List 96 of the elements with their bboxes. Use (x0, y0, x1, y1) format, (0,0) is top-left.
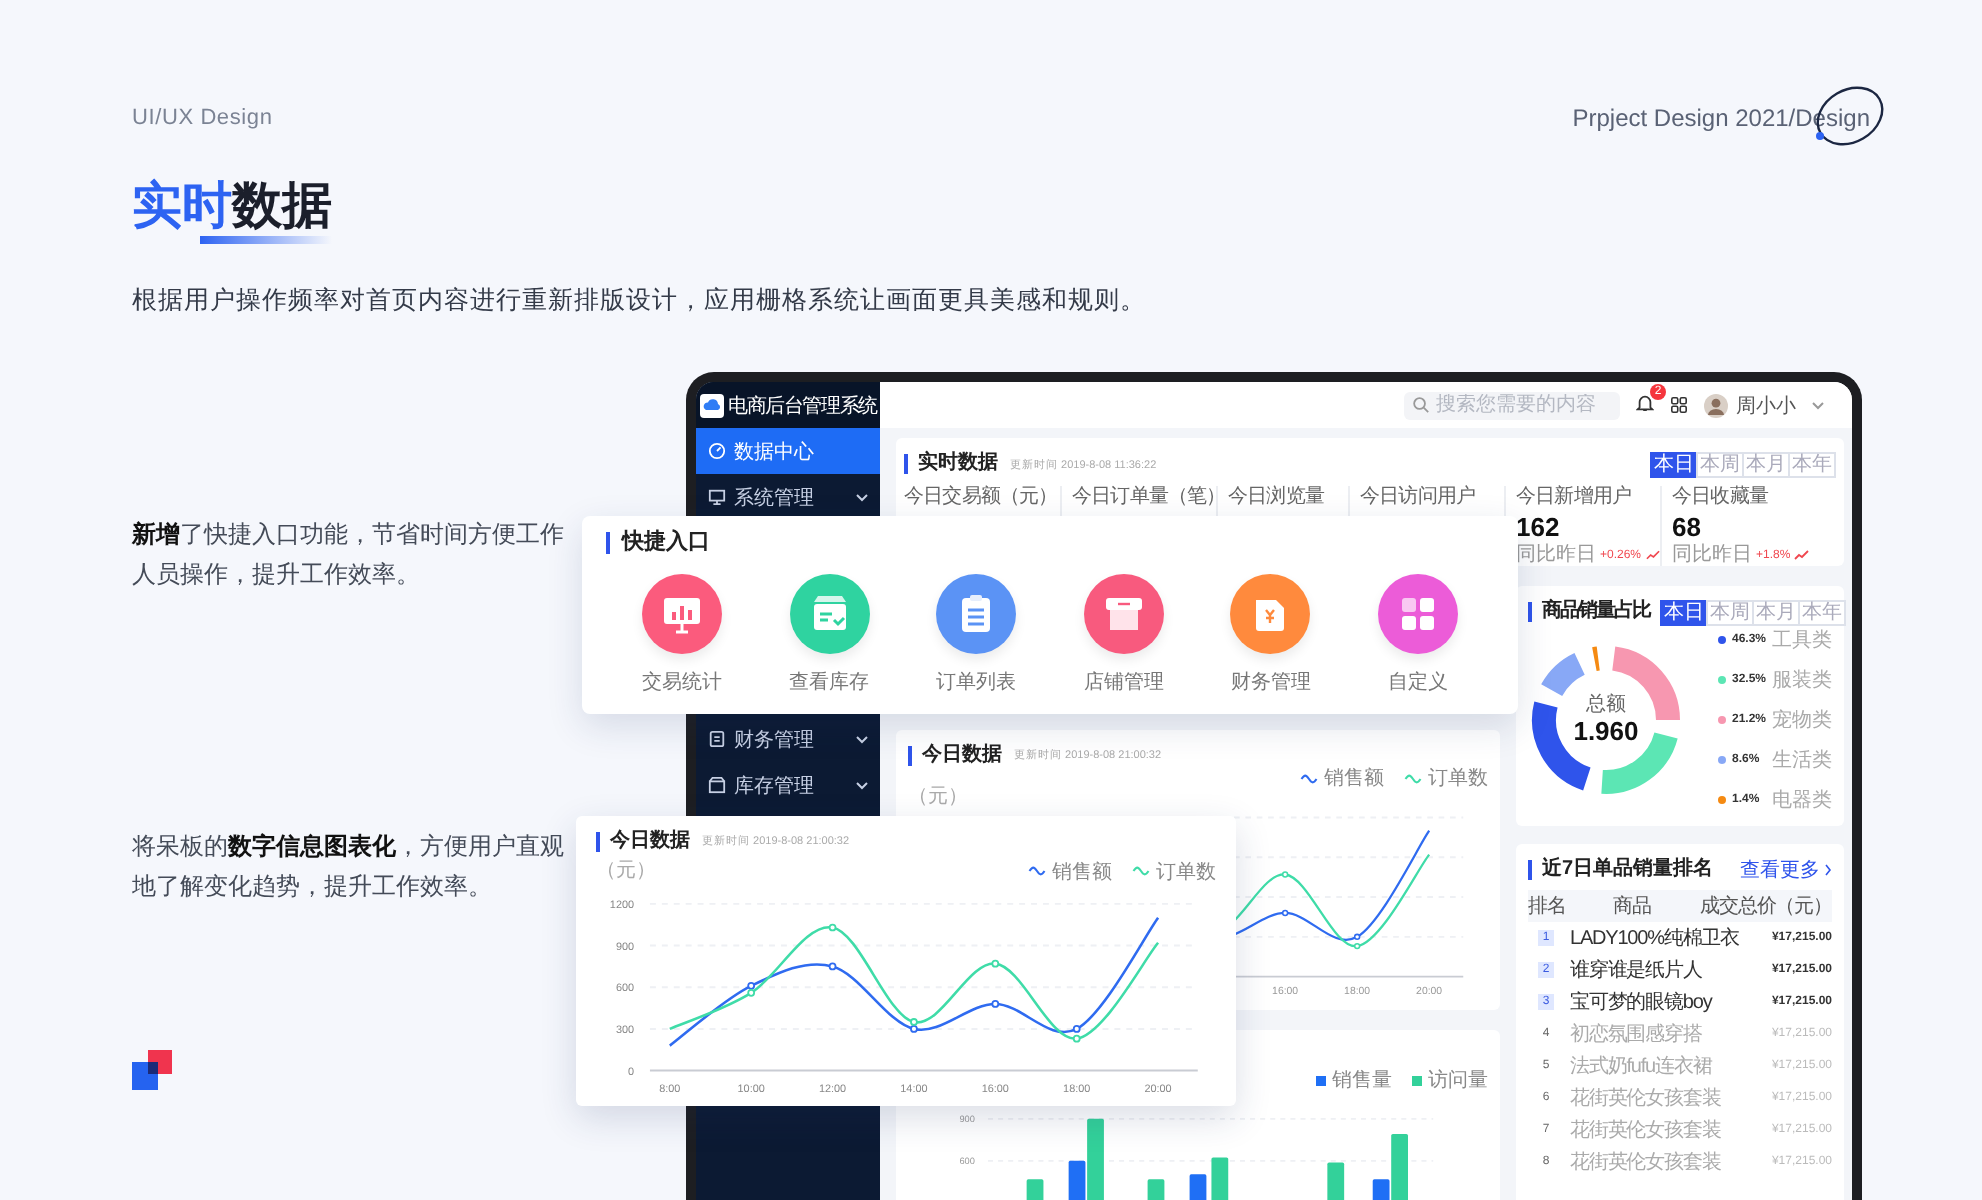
product-name: 谁穿谁是纸片人 (1568, 957, 1704, 984)
stat-label: 今日浏览量 (1228, 486, 1327, 508)
sidebar-item[interactable]: 库存管理 (696, 762, 880, 808)
chevron-icon (1824, 864, 1832, 876)
shortcut-button[interactable] (936, 574, 1017, 654)
bell-icon[interactable] (1636, 393, 1654, 411)
monitor-icon (708, 488, 726, 506)
caret-icon[interactable] (1812, 401, 1824, 409)
product-name: 花街英伦女孩套装 (1568, 1085, 1723, 1112)
legend-label: 宠物类 (1772, 707, 1832, 734)
product-name: LADY100%纯棉卫衣 (1568, 925, 1741, 952)
view-more-link[interactable]: 查看更多 (1740, 856, 1832, 884)
legend-label: 订单数 (1156, 859, 1216, 886)
stat-label: 今日访问用户 (1360, 486, 1478, 508)
point (1072, 1034, 1081, 1043)
shortcut-button[interactable] (1230, 574, 1311, 654)
stat-label: 今日新增用户 (1516, 486, 1634, 508)
avatar-icon[interactable] (1704, 393, 1728, 417)
note-text: 新增了快捷入口功能，节省时间方便工作人员操作，提升工作效率。 (132, 518, 566, 592)
card-title: 今日数据 (596, 831, 690, 852)
shortcut-label: 查看库存 (789, 669, 870, 696)
squares-icon (132, 1050, 172, 1090)
stat-value: 68 (1672, 512, 1703, 543)
cloud-logo-icon (700, 393, 724, 417)
shortcut-button[interactable] (1083, 574, 1164, 654)
total-label: 总额 (1586, 694, 1626, 716)
caret-icon (856, 735, 868, 743)
stat-label: 今日订单量（笔） (1072, 486, 1216, 508)
shortcut-label: 财务管理 (1230, 669, 1311, 696)
legend-label: 销售额 (1324, 765, 1384, 793)
stat-label: 今日收藏量 (1672, 486, 1771, 508)
sidebar-item[interactable]: 系统管理 (696, 474, 880, 520)
brand-title: 电商后台管理系统 (696, 382, 880, 428)
page-title: 实时数据 (132, 176, 332, 236)
period-tab[interactable]: 本日 (1660, 599, 1708, 625)
column-header: 成交总价（元） (1700, 893, 1832, 920)
product-name: 法式奶fufu连衣裙 (1568, 1053, 1714, 1080)
shortcut-button[interactable] (789, 574, 870, 654)
shortcut-label: 订单列表 (936, 669, 1017, 696)
point (991, 959, 1000, 968)
legend-label: 销售额 (1052, 859, 1112, 886)
product-name: 花街英伦女孩套装 (1568, 1149, 1723, 1176)
point (1072, 1024, 1081, 1033)
caret-icon (856, 493, 868, 501)
caret-icon (856, 781, 868, 789)
legend-label: 访问量 (1428, 1067, 1488, 1094)
point (747, 981, 756, 990)
point (910, 1017, 918, 1026)
legend-label: 销售量 (1332, 1068, 1392, 1094)
card-title: 快捷入口 (606, 532, 1494, 554)
legend-label: 服装类 (1772, 667, 1832, 694)
period-tab[interactable]: 本日 (1650, 451, 1698, 477)
legend-label: 订单数 (1428, 765, 1488, 793)
point (910, 1024, 918, 1033)
wallet-icon (708, 730, 726, 748)
shortcut-label: 自定义 (1387, 669, 1448, 696)
total-value: 1.960 (1573, 716, 1639, 746)
legend-label: 生活类 (1772, 747, 1832, 774)
unit-label: （元） (908, 788, 970, 809)
sidebar-item[interactable]: 数据中心 (696, 428, 880, 474)
card-title: 商品销量占比 (1528, 602, 1650, 622)
unit-label: （元） (596, 861, 656, 882)
compare-label: 同比昨日 (1516, 544, 1596, 566)
sidebar-item[interactable]: 财务管理 (696, 716, 880, 762)
shortcut-button[interactable] (1377, 574, 1458, 654)
shortcut-button[interactable] (642, 574, 722, 654)
box-icon (708, 776, 726, 794)
product-name: 宝可梦的眼镜boy (1568, 989, 1715, 1016)
shortcut-label: 店铺管理 (1083, 669, 1164, 696)
accent-bar (200, 236, 332, 244)
stat-label: 今日交易额（元） (904, 486, 1060, 508)
trend-up-icon (1794, 550, 1811, 560)
legend-label: 工具类 (1772, 627, 1832, 654)
user-name[interactable]: 周小小 (1736, 391, 1796, 419)
card-title: 近7日单品销量排名 (1528, 860, 1714, 880)
search-icon (1412, 396, 1430, 414)
point (991, 999, 1000, 1008)
card-title: 实时数据 (904, 454, 998, 474)
column-header: 商品 (1611, 893, 1653, 920)
legend-label: 电器类 (1772, 787, 1832, 814)
overline-text: UI/UX Design (132, 106, 273, 130)
stat-value: 162 (1516, 512, 1562, 543)
product-name: 初恋氛围感穿搭 (1568, 1021, 1704, 1048)
point (828, 923, 837, 931)
gauge-icon (708, 442, 726, 460)
intro-text: 根据用户操作频率对首页内容进行重新排版设计，应用栅格系统让画面更具美感和规则。 (132, 284, 1148, 318)
trend-up-icon (1645, 550, 1660, 560)
point (747, 988, 756, 997)
compare-label: 同比昨日 (1672, 544, 1752, 566)
card-title: 今日数据 (908, 745, 1002, 766)
note-text: 将呆板的数字信息图表化，方便用户直观地了解变化趋势，提升工作效率。 (132, 830, 566, 904)
column-header: 排名 (1528, 893, 1564, 920)
point (828, 962, 837, 970)
shortcut-label: 交易统计 (642, 669, 722, 696)
apps-grid-icon[interactable] (1670, 396, 1688, 414)
product-name: 花街英伦女孩套装 (1568, 1117, 1723, 1144)
